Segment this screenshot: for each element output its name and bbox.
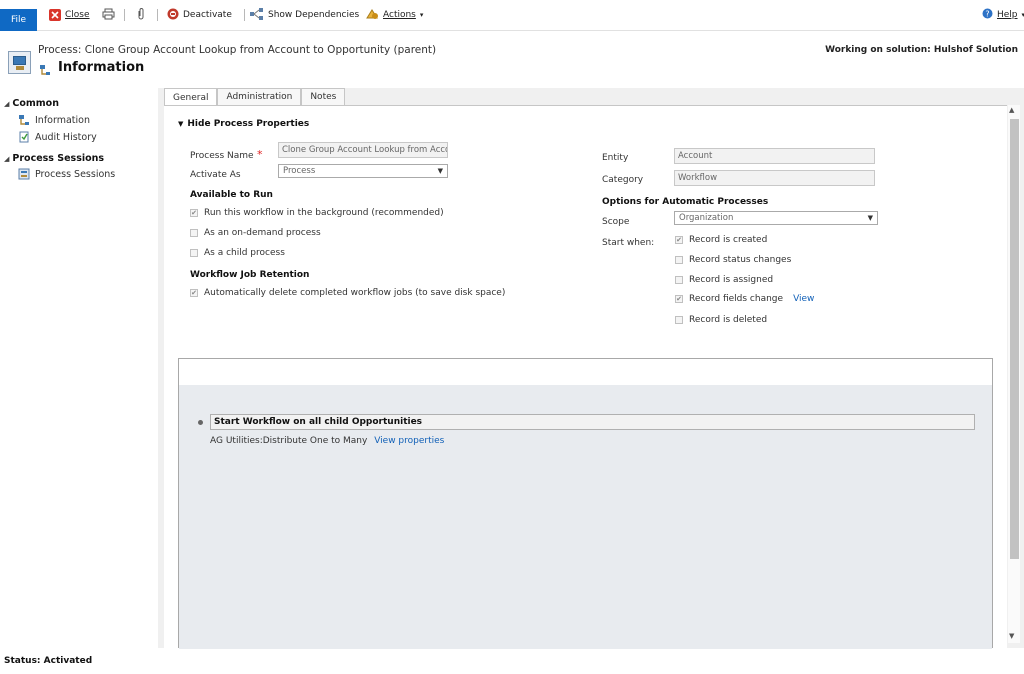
process-icon xyxy=(8,51,31,74)
paperclip-icon xyxy=(136,7,146,23)
scroll-down-arrow-icon[interactable]: ▼ xyxy=(1009,632,1014,640)
record-status-checkbox[interactable]: Record status changes xyxy=(675,255,791,265)
nav-item-information[interactable]: Information xyxy=(18,114,90,126)
checkbox-unchecked[interactable] xyxy=(190,249,198,257)
nav-group-process-sessions[interactable]: ◢ Process Sessions xyxy=(4,153,104,164)
ribbon-separator xyxy=(244,9,245,21)
help-menu[interactable]: ? Help ▾ xyxy=(982,7,1024,23)
workflow-designer: Start Workflow on all child Opportunitie… xyxy=(178,358,993,649)
record-created-checkbox[interactable]: ✔ Record is created xyxy=(675,235,767,245)
scroll-up-arrow-icon[interactable]: ▲ xyxy=(1009,106,1014,114)
checkbox-checked[interactable]: ✔ xyxy=(190,289,198,297)
ribbon-separator xyxy=(157,9,158,21)
dependencies-icon xyxy=(250,7,264,23)
category-field[interactable]: Workflow xyxy=(674,170,875,186)
checkbox-unchecked[interactable] xyxy=(675,316,683,324)
checkbox-unchecked[interactable] xyxy=(190,229,198,237)
checkbox-checked[interactable]: ✔ xyxy=(190,209,198,217)
record-deleted-checkbox[interactable]: Record is deleted xyxy=(675,315,767,325)
solution-indicator: Working on solution: Hulshof Solution xyxy=(825,45,1018,55)
ribbon-separator xyxy=(124,9,125,21)
checkbox-checked[interactable]: ✔ xyxy=(675,295,683,303)
on-demand-checkbox[interactable]: As an on-demand process xyxy=(190,228,321,238)
form-tabs: General Administration Notes xyxy=(164,88,346,106)
process-name-field[interactable]: Clone Group Account Lookup from Acco xyxy=(278,142,448,158)
information-icon xyxy=(18,114,30,126)
process-name-label: Process Name * xyxy=(190,148,263,161)
checkbox-unchecked[interactable] xyxy=(675,276,683,284)
deactivate-button[interactable]: Deactivate xyxy=(167,7,232,23)
print-button[interactable] xyxy=(102,7,115,23)
checkbox-checked[interactable]: ✔ xyxy=(675,236,683,244)
file-button[interactable]: File xyxy=(0,9,37,31)
activate-as-label: Activate As xyxy=(190,170,241,180)
show-dependencies-button[interactable]: Show Dependencies xyxy=(250,7,359,23)
section-toggle[interactable]: ▼ Hide Process Properties xyxy=(178,119,309,129)
status-bar: Status: Activated xyxy=(4,656,93,666)
audit-history-icon xyxy=(18,131,30,143)
entity-field[interactable]: Account xyxy=(674,148,875,164)
actions-menu[interactable]: Actions ▾ xyxy=(366,7,423,23)
start-when-label: Start when: xyxy=(602,238,655,248)
record-assigned-checkbox[interactable]: Record is assigned xyxy=(675,275,773,285)
child-process-checkbox[interactable]: As a child process xyxy=(190,248,285,258)
scope-label: Scope xyxy=(602,217,630,227)
auto-delete-checkbox[interactable]: ✔ Automatically delete completed workflow… xyxy=(190,288,505,298)
workflow-steps-area: Start Workflow on all child Opportunitie… xyxy=(179,385,992,649)
nav-group-common[interactable]: ◢ Common xyxy=(4,98,59,109)
record-breadcrumb: Process: Clone Group Account Lookup from… xyxy=(38,44,437,56)
information-icon xyxy=(39,64,51,76)
close-icon xyxy=(49,9,61,21)
help-icon: ? xyxy=(982,8,993,22)
checkbox-unchecked[interactable] xyxy=(675,256,683,264)
options-heading: Options for Automatic Processes xyxy=(602,197,769,207)
available-to-run-heading: Available to Run xyxy=(190,190,273,200)
collapse-triangle-icon: ◢ xyxy=(4,154,10,163)
step-bullet-icon xyxy=(198,420,203,425)
deactivate-icon xyxy=(167,8,179,23)
process-sessions-icon xyxy=(18,168,30,180)
tab-general[interactable]: General xyxy=(164,88,218,106)
close-button[interactable]: Close xyxy=(49,7,90,23)
view-properties-link[interactable]: View properties xyxy=(374,436,444,446)
workflow-step-description: AG Utilities:Distribute One to Many View… xyxy=(210,436,445,446)
tab-notes[interactable]: Notes xyxy=(301,88,346,105)
scope-select[interactable]: Organization ▼ xyxy=(674,211,878,225)
page-title: Information xyxy=(58,60,145,75)
scrollbar-thumb[interactable] xyxy=(1010,119,1019,559)
record-fields-checkbox[interactable]: ✔ Record fields change View xyxy=(675,294,814,304)
collapse-arrow-icon: ▼ xyxy=(178,120,184,128)
job-retention-heading: Workflow Job Retention xyxy=(190,270,310,280)
dropdown-arrow-icon: ▼ xyxy=(437,167,443,175)
required-asterisk: * xyxy=(253,148,263,161)
dropdown-arrow-icon: ▼ xyxy=(867,214,873,222)
activate-as-select[interactable]: Process ▼ xyxy=(278,164,448,178)
nav-item-process-sessions[interactable]: Process Sessions xyxy=(18,168,115,180)
actions-icon xyxy=(366,8,379,23)
run-background-checkbox[interactable]: ✔ Run this workflow in the background (re… xyxy=(190,208,444,218)
nav-item-audit-history[interactable]: Audit History xyxy=(18,131,97,143)
entity-label: Entity xyxy=(602,153,629,163)
vertical-scrollbar[interactable]: ▲ ▼ xyxy=(1008,105,1020,643)
collapse-triangle-icon: ◢ xyxy=(4,99,10,108)
print-icon xyxy=(102,8,115,23)
category-label: Category xyxy=(602,175,644,185)
workflow-step[interactable]: Start Workflow on all child Opportunitie… xyxy=(210,414,975,430)
command-ribbon: File Close Deactivate Show Dependencies xyxy=(0,0,1024,31)
attach-button[interactable] xyxy=(136,7,146,23)
svg-text:?: ? xyxy=(985,9,989,18)
view-fields-link[interactable]: View xyxy=(793,294,814,304)
tab-administration[interactable]: Administration xyxy=(217,88,302,105)
chevron-down-icon: ▾ xyxy=(419,11,424,19)
